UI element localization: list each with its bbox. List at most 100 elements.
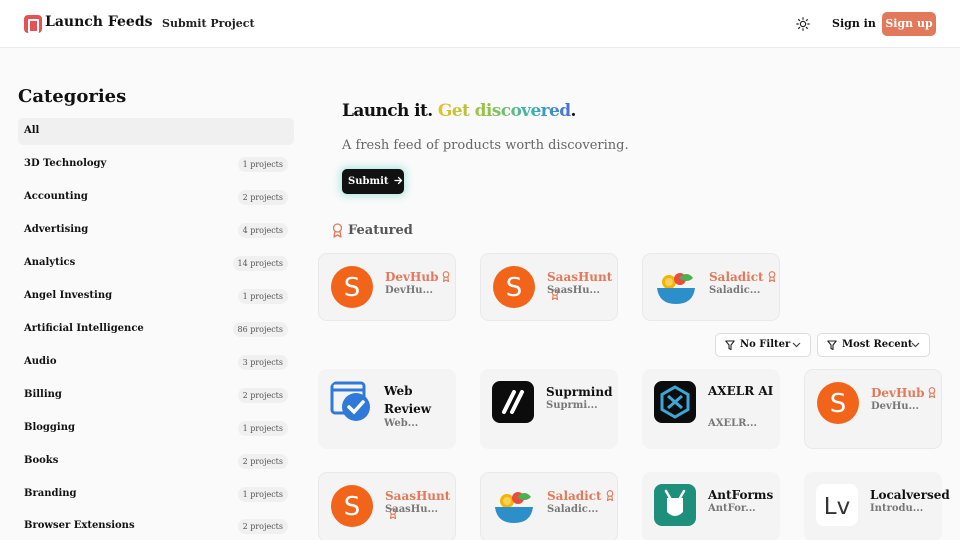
card-subtitle: DevHu... — [385, 285, 434, 296]
category-label: Angel Investing — [24, 290, 113, 301]
project-card-saladict[interactable]: Saladict Saladic... — [480, 472, 618, 540]
funnel-icon — [827, 340, 837, 351]
category-count-badge: 1 projects — [237, 487, 288, 502]
card-subtitle: AXELR... — [708, 418, 757, 429]
category-label: Artificial Intelligence — [24, 323, 144, 334]
category-item-angel-investing[interactable]: Angel Investing 1 projects — [18, 283, 294, 310]
category-label: All — [24, 125, 40, 136]
card-title: Saladict — [547, 487, 615, 505]
category-label: Browser Extensions — [24, 520, 135, 531]
nav-submit-project-link[interactable]: Submit Project — [162, 17, 255, 30]
launch-feeds-logo-icon[interactable] — [24, 15, 42, 33]
category-count-badge: 1 projects — [237, 421, 288, 436]
category-item-accounting[interactable]: Accounting 2 projects — [18, 184, 294, 211]
card-subtitle: Saladic... — [709, 285, 761, 296]
category-item-analytics[interactable]: Analytics 14 projects — [18, 250, 294, 277]
category-count-badge: 3 projects — [237, 355, 288, 370]
chevron-down-icon — [911, 342, 920, 348]
svg-text:S: S — [506, 273, 523, 303]
filter-dropdown[interactable]: No Filter — [715, 333, 811, 357]
svg-text:Lv: Lv — [824, 494, 850, 520]
card-subtitle: DevHu... — [871, 401, 920, 412]
hero-headline-highlight: Get discovered — [437, 101, 571, 121]
card-subtitle: Introdu... — [870, 503, 924, 514]
brand-name[interactable]: Launch Feeds — [45, 14, 153, 30]
category-count-badge: 86 projects — [232, 322, 288, 337]
hero-submit-label: Submit — [348, 176, 389, 187]
card-title-text: SaasHunt — [385, 489, 451, 503]
saladict-logo-icon — [493, 485, 535, 527]
hero-submit-button[interactable]: Submit — [342, 169, 404, 194]
sign-up-button[interactable]: Sign up — [882, 12, 936, 36]
featured-card-saladict[interactable]: Saladict Saladic... — [642, 253, 780, 321]
category-count-badge: 2 projects — [237, 454, 288, 469]
project-card-axelr-ai[interactable]: AXELR AI AXELR... — [642, 369, 780, 449]
card-subtitle: SaasHu... — [385, 504, 438, 515]
card-title: DevHub — [871, 384, 939, 402]
devhub-logo-icon: S — [331, 266, 373, 308]
antforms-logo-icon — [654, 484, 696, 526]
hero-headline-part: Launch it. — [342, 101, 438, 121]
category-label: Advertising — [24, 224, 89, 235]
hero-subtitle: A fresh feed of products worth discoveri… — [342, 138, 629, 153]
card-subtitle: Web... — [384, 418, 419, 429]
sun-icon[interactable] — [796, 17, 810, 31]
project-card-saashunt[interactable]: S SaasHunt SaasHu... — [318, 472, 456, 540]
saashunt-logo-icon: S — [493, 266, 535, 308]
svg-text:S: S — [344, 492, 361, 522]
category-item-books[interactable]: Books 2 projects — [18, 448, 294, 475]
axelr-logo-icon — [654, 381, 696, 423]
filter-label: No Filter — [740, 339, 791, 350]
sign-in-button[interactable]: Sign in — [832, 17, 876, 30]
featured-card-devhub[interactable]: S DevHub DevHu... — [318, 253, 456, 321]
arrow-right-icon — [394, 176, 403, 185]
saashunt-logo-icon: S — [331, 485, 373, 527]
saladict-logo-icon — [655, 266, 697, 308]
category-item-billing[interactable]: Billing 2 projects — [18, 382, 294, 409]
card-title-text: DevHub — [871, 386, 925, 400]
award-icon — [443, 271, 450, 282]
category-label: Blogging — [24, 422, 75, 433]
card-subtitle: Suprmi... — [546, 400, 598, 411]
category-count-badge: 1 projects — [237, 157, 288, 172]
card-subtitle: AntFor... — [708, 503, 756, 514]
card-title-text: Saladict — [709, 270, 764, 284]
category-item-3d-technology[interactable]: 3D Technology 1 projects — [18, 151, 294, 178]
suprmind-logo-icon — [492, 381, 534, 423]
card-title: Saladict — [709, 268, 777, 286]
web-review-logo-icon — [330, 381, 372, 423]
category-count-badge: 2 projects — [237, 190, 288, 205]
card-title: DevHub — [385, 268, 453, 286]
project-card-localversed[interactable]: Lv Localversed Introdu... — [804, 472, 950, 540]
category-label: Accounting — [24, 191, 88, 202]
project-card-suprmind[interactable]: Suprmind Suprmi... — [480, 369, 618, 449]
category-label: 3D Technology — [24, 158, 107, 169]
category-item-artificial-intelligence[interactable]: Artificial Intelligence 86 projects — [18, 316, 294, 343]
card-title-text: Saladict — [547, 489, 602, 503]
category-item-browser-extensions[interactable]: Browser Extensions 2 projects — [18, 513, 294, 540]
category-item-advertising[interactable]: Advertising 4 projects — [18, 217, 294, 244]
project-card-devhub[interactable]: S DevHub DevHu... — [804, 369, 942, 449]
card-title-text: DevHub — [385, 270, 439, 284]
category-label: Billing — [24, 389, 62, 400]
top-header: Launch Feeds Submit Project Sign in Sign… — [0, 0, 960, 48]
category-item-branding[interactable]: Branding 1 projects — [18, 481, 294, 508]
category-label: Branding — [24, 488, 77, 499]
category-count-badge: 14 projects — [232, 256, 288, 271]
award-icon — [929, 387, 936, 398]
category-count-badge: 1 projects — [237, 289, 288, 304]
card-subtitle: SaasHu... — [547, 285, 600, 296]
project-card-web-review[interactable]: Web Review Web... — [318, 369, 456, 449]
category-item-all[interactable]: All — [18, 118, 294, 145]
svg-text:S: S — [344, 273, 361, 303]
category-item-blogging[interactable]: Blogging 1 projects — [18, 415, 294, 442]
svg-text:S: S — [830, 389, 847, 419]
category-count-badge: 4 projects — [237, 223, 288, 238]
featured-card-saashunt[interactable]: S SaasHunt SaasHu... — [480, 253, 618, 321]
card-subtitle: Saladic... — [547, 504, 599, 515]
category-count-badge: 2 projects — [237, 519, 288, 534]
sort-dropdown[interactable]: Most Recent — [817, 333, 930, 357]
project-card-antforms[interactable]: AntForms AntFor... — [642, 472, 780, 540]
category-item-audio[interactable]: Audio 3 projects — [18, 349, 294, 376]
award-icon — [606, 490, 613, 501]
